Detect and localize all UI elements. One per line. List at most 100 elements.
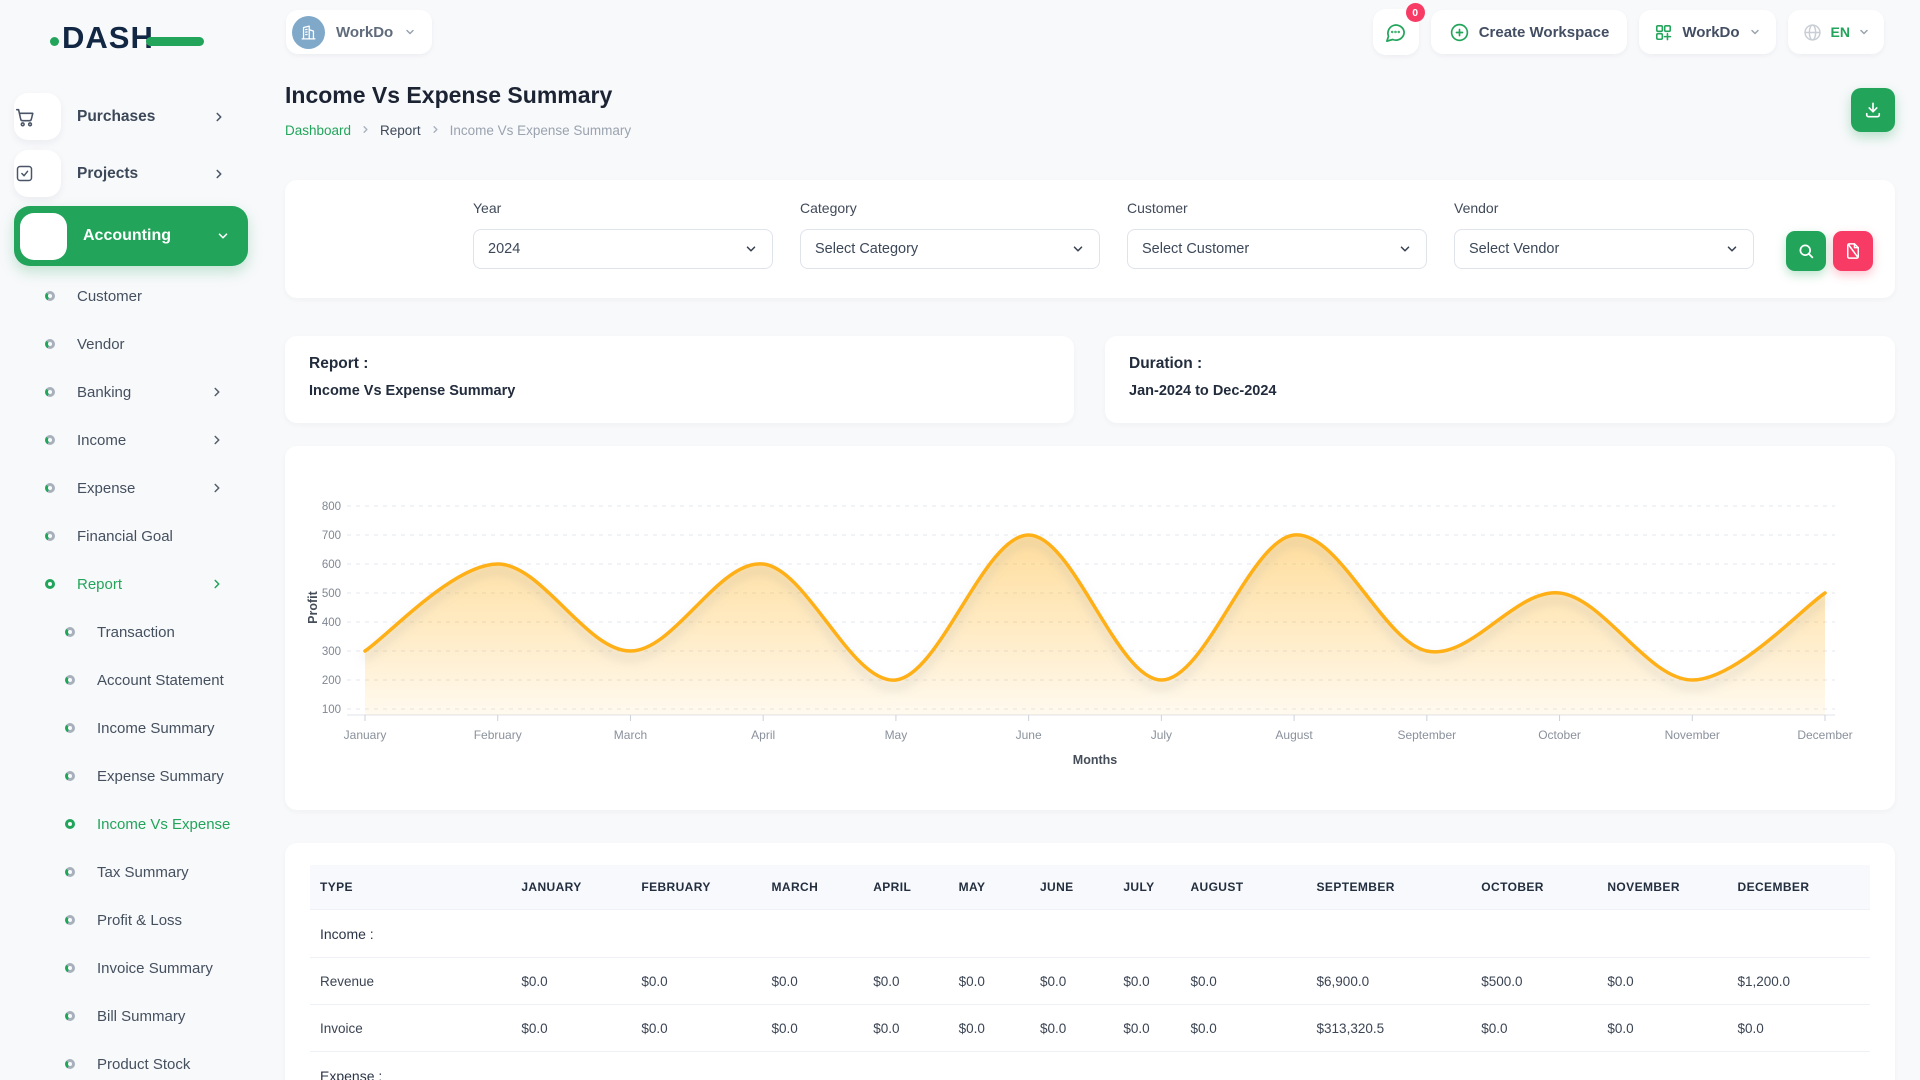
sidebar: DASH Purchases Projects <box>0 0 262 1080</box>
summary-cards: Report : Income Vs Expense Summary Durat… <box>285 336 1895 423</box>
report-card-value: Income Vs Expense Summary <box>309 383 1050 399</box>
logo-dash-icon <box>146 37 204 46</box>
cell <box>1180 910 1306 958</box>
search-icon <box>1797 242 1815 260</box>
cell <box>1307 910 1472 958</box>
svg-text:April: April <box>751 728 775 742</box>
circle-bullet-icon <box>45 387 55 397</box>
page-title: Income Vs Expense Summary <box>285 82 631 109</box>
breadcrumb-separator-icon <box>360 122 371 138</box>
cell <box>1113 1052 1180 1080</box>
sidebar-item-label: Profit & Loss <box>97 912 182 929</box>
select-value: 2024 <box>488 241 520 257</box>
report-card-title: Report : <box>309 355 1050 373</box>
sidebar-item-income-vs-expense[interactable]: Income Vs Expense <box>14 800 252 848</box>
vendor-select[interactable]: Select Vendor <box>1454 229 1754 269</box>
category-select[interactable]: Select Category <box>800 229 1100 269</box>
filter-group-year: Year2024 <box>473 200 773 269</box>
year-select[interactable]: 2024 <box>473 229 773 269</box>
customer-select[interactable]: Select Customer <box>1127 229 1427 269</box>
sidebar-item-label: Transaction <box>97 624 175 641</box>
sidebar-item-banking[interactable]: Banking <box>14 368 252 416</box>
sidebar-item-account-statement[interactable]: Account Statement <box>14 656 252 704</box>
main-area: WorkDo 0 Create Workspace <box>262 0 1920 1080</box>
download-icon <box>1863 100 1883 120</box>
accounting-submenu: CustomerVendorBankingIncome Expense Financ… <box>14 272 252 608</box>
svg-text:Profit: Profit <box>306 590 320 623</box>
sidebar-item-accounting[interactable]: Accounting <box>14 206 248 266</box>
sidebar-item-label: Expense Summary <box>97 768 224 785</box>
create-workspace-button[interactable]: Create Workspace <box>1431 10 1628 54</box>
cell: $0.0 <box>863 958 948 1005</box>
sidebar-item-financial-goal[interactable]: Financial Goal <box>14 512 252 560</box>
sidebar-item-label: Accounting <box>83 227 171 245</box>
sidebar-item-label: Report <box>77 576 122 593</box>
cell <box>1180 1052 1306 1080</box>
apply-filter-button[interactable] <box>1786 231 1826 271</box>
cell <box>511 1052 631 1080</box>
cell: $0.0 <box>1471 1005 1597 1052</box>
sidebar-item-expense-summary[interactable]: Expense Summary <box>14 752 252 800</box>
cell <box>1471 910 1597 958</box>
sidebar-item-customer[interactable]: Customer <box>14 272 252 320</box>
file-off-icon <box>1844 242 1862 260</box>
sidebar-item-expense[interactable]: Expense <box>14 464 252 512</box>
sidebar-item-income[interactable]: Income <box>14 416 252 464</box>
cell: $0.0 <box>631 958 761 1005</box>
sidebar-item-product-stock[interactable]: Product Stock <box>14 1040 252 1080</box>
chevron-right-icon <box>212 110 226 124</box>
sidebar-item-bill-summary[interactable]: Bill Summary <box>14 992 252 1040</box>
sidebar-item-purchases[interactable]: Purchases <box>14 88 252 145</box>
chevron-down-icon <box>1858 26 1870 38</box>
profit-chart: 100200300400500600700800JanuaryFebruaryM… <box>285 446 1895 810</box>
sidebar-item-label: Projects <box>77 165 138 183</box>
sidebar-item-tax-summary[interactable]: Tax Summary <box>14 848 252 896</box>
sidebar-item-label: Expense <box>77 480 135 497</box>
sidebar-item-projects[interactable]: Projects <box>14 145 252 202</box>
cell: $0.0 <box>1597 1005 1727 1052</box>
cell: $0.0 <box>1113 1005 1180 1052</box>
page-content: Income Vs Expense Summary Dashboard Repor… <box>262 60 1920 1080</box>
brand-logo[interactable]: DASH <box>62 20 222 62</box>
messages-button[interactable]: 0 <box>1373 9 1419 55</box>
row-label: Revenue <box>310 958 511 1005</box>
table-section-row: Income : <box>310 910 1870 958</box>
breadcrumb-link-report[interactable]: Report <box>380 123 421 138</box>
cell <box>1307 1052 1472 1080</box>
workspace-selector[interactable]: WorkDo <box>286 10 432 54</box>
reset-filter-button[interactable] <box>1833 231 1873 271</box>
duration-summary-card: Duration : Jan-2024 to Dec-2024 <box>1105 336 1895 423</box>
circle-bullet-icon <box>45 531 55 541</box>
chevron-down-icon <box>404 26 416 38</box>
sidebar-item-income-summary[interactable]: Income Summary <box>14 704 252 752</box>
app-root: DASH Purchases Projects <box>0 0 1920 1080</box>
workspace-name: WorkDo <box>336 24 393 41</box>
svg-text:July: July <box>1151 728 1172 742</box>
duration-card-value: Jan-2024 to Dec-2024 <box>1129 383 1871 399</box>
cell: $0.0 <box>1030 1005 1113 1052</box>
sidebar-item-profit-loss[interactable]: Profit & Loss <box>14 896 252 944</box>
circle-bullet-icon <box>45 435 55 445</box>
download-button[interactable] <box>1851 88 1895 132</box>
svg-text:March: March <box>614 728 647 742</box>
sidebar-item-invoice-summary[interactable]: Invoice Summary <box>14 944 252 992</box>
sidebar-item-vendor[interactable]: Vendor <box>14 320 252 368</box>
cell: $0.0 <box>631 1005 761 1052</box>
create-workspace-label: Create Workspace <box>1479 24 1610 41</box>
app-switcher-button[interactable]: WorkDo <box>1639 10 1775 54</box>
language-selector[interactable]: EN <box>1788 10 1884 54</box>
cell <box>1471 1052 1597 1080</box>
cell: $0.0 <box>1597 958 1727 1005</box>
cell <box>631 1052 761 1080</box>
sidebar-item-report[interactable]: Report <box>14 560 252 608</box>
row-label: Expense : <box>310 1052 511 1080</box>
chevron-right-icon <box>210 385 224 399</box>
income-expense-table: TYPEJANUARYFEBRUARYMARCHAPRILMAYJUNEJULY… <box>310 865 1870 1080</box>
chevron-down-icon <box>1071 242 1085 256</box>
sidebar-item-transaction[interactable]: Transaction <box>14 608 252 656</box>
column-header: NOVEMBER <box>1597 865 1727 910</box>
breadcrumb-link-dashboard[interactable]: Dashboard <box>285 123 351 138</box>
report-summary-card: Report : Income Vs Expense Summary <box>285 336 1074 423</box>
filter-group-category: CategorySelect Category <box>800 200 1100 269</box>
table-row: Revenue$0.0$0.0$0.0$0.0$0.0$0.0$0.0$0.0$… <box>310 958 1870 1005</box>
